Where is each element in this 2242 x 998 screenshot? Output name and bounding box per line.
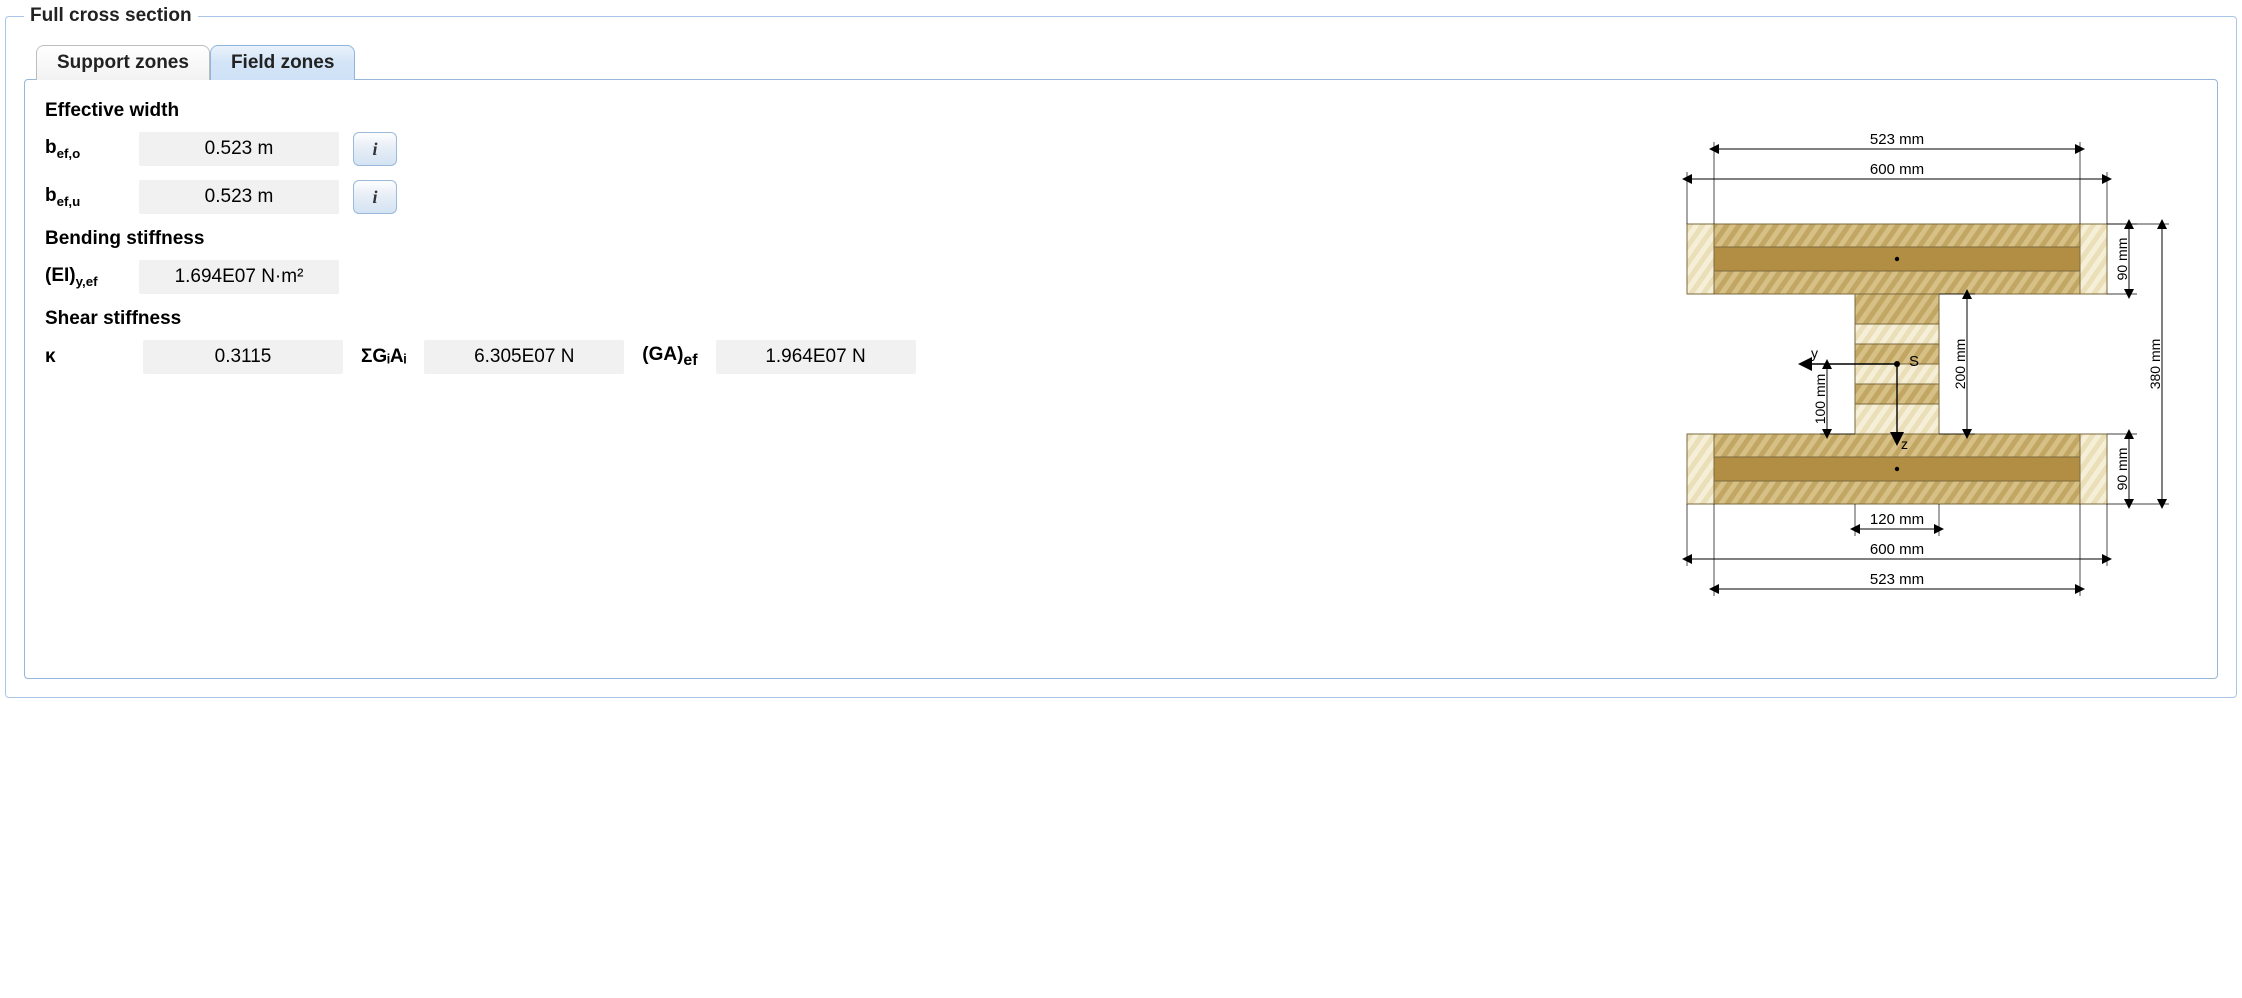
label-bef-o: bef,o xyxy=(45,137,125,161)
tab-panel-field-zones: Effective width bef,o 0.523 m i bef,u 0.… xyxy=(24,79,2218,679)
tabs: Support zones Field zones xyxy=(36,45,2218,80)
dim-centroid-100: 100 mm xyxy=(1812,374,1828,425)
info-button-bef-u[interactable]: i xyxy=(353,180,397,214)
dim-total-380: 380 mm xyxy=(2147,339,2163,390)
dim-web-120: 120 mm xyxy=(1870,511,1924,528)
cross-section-diagram: S y z 523 mm 600 mm 90 mm xyxy=(1657,94,2197,614)
info-button-bef-o[interactable]: i xyxy=(353,132,397,166)
dim-bottom-523: 523 mm xyxy=(1870,571,1924,588)
label-GA-ef: (GA)ef xyxy=(642,344,697,370)
panel-legend: Full cross section xyxy=(24,5,198,27)
shear-stiffness-heading: Shear stiffness xyxy=(45,308,1617,330)
label-bef-u: bef,u xyxy=(45,185,125,209)
value-ei-yef: 1.694E07 N·m² xyxy=(139,260,339,294)
dim-web-200: 200 mm xyxy=(1952,339,1968,390)
row-bef-u: bef,u 0.523 m i xyxy=(45,180,1617,214)
axis-z-label: z xyxy=(1901,436,1908,452)
tab-support-zones[interactable]: Support zones xyxy=(36,45,210,80)
dim-bottom-600: 600 mm xyxy=(1870,541,1924,558)
tab-field-zones[interactable]: Field zones xyxy=(210,45,355,80)
value-bef-o: 0.523 m xyxy=(139,132,339,166)
dim-flange-bottom-90: 90 mm xyxy=(2114,448,2130,491)
label-ei-yef: (EI)y,ef xyxy=(45,265,125,289)
value-GA-ef: 1.964E07 N xyxy=(716,340,916,374)
full-cross-section-panel: Full cross section Support zones Field z… xyxy=(5,5,2237,698)
label-kappa: κ xyxy=(45,346,125,368)
dim-top-523: 523 mm xyxy=(1870,131,1924,148)
value-sum-GA: 6.305E07 N xyxy=(424,340,624,374)
value-kappa: 0.3115 xyxy=(143,340,343,374)
dim-flange-top-90: 90 mm xyxy=(2114,238,2130,281)
value-bef-u: 0.523 m xyxy=(139,180,339,214)
dim-top-600: 600 mm xyxy=(1870,161,1924,178)
row-ei-yef: (EI)y,ef 1.694E07 N·m² xyxy=(45,260,1617,294)
results-column: Effective width bef,o 0.523 m i bef,u 0.… xyxy=(45,94,1617,374)
label-sum-GA: ΣGᵢAᵢ xyxy=(361,346,406,368)
shear-row: κ 0.3115 ΣGᵢAᵢ 6.305E07 N (GA)ef 1.964E0… xyxy=(45,340,1617,374)
diagram-column: S y z 523 mm 600 mm 90 mm xyxy=(1657,94,2197,614)
centroid-label: S xyxy=(1909,353,1919,370)
bending-stiffness-heading: Bending stiffness xyxy=(45,228,1617,250)
axis-y-label: y xyxy=(1811,345,1818,361)
row-bef-o: bef,o 0.523 m i xyxy=(45,132,1617,166)
effective-width-heading: Effective width xyxy=(45,100,1617,122)
